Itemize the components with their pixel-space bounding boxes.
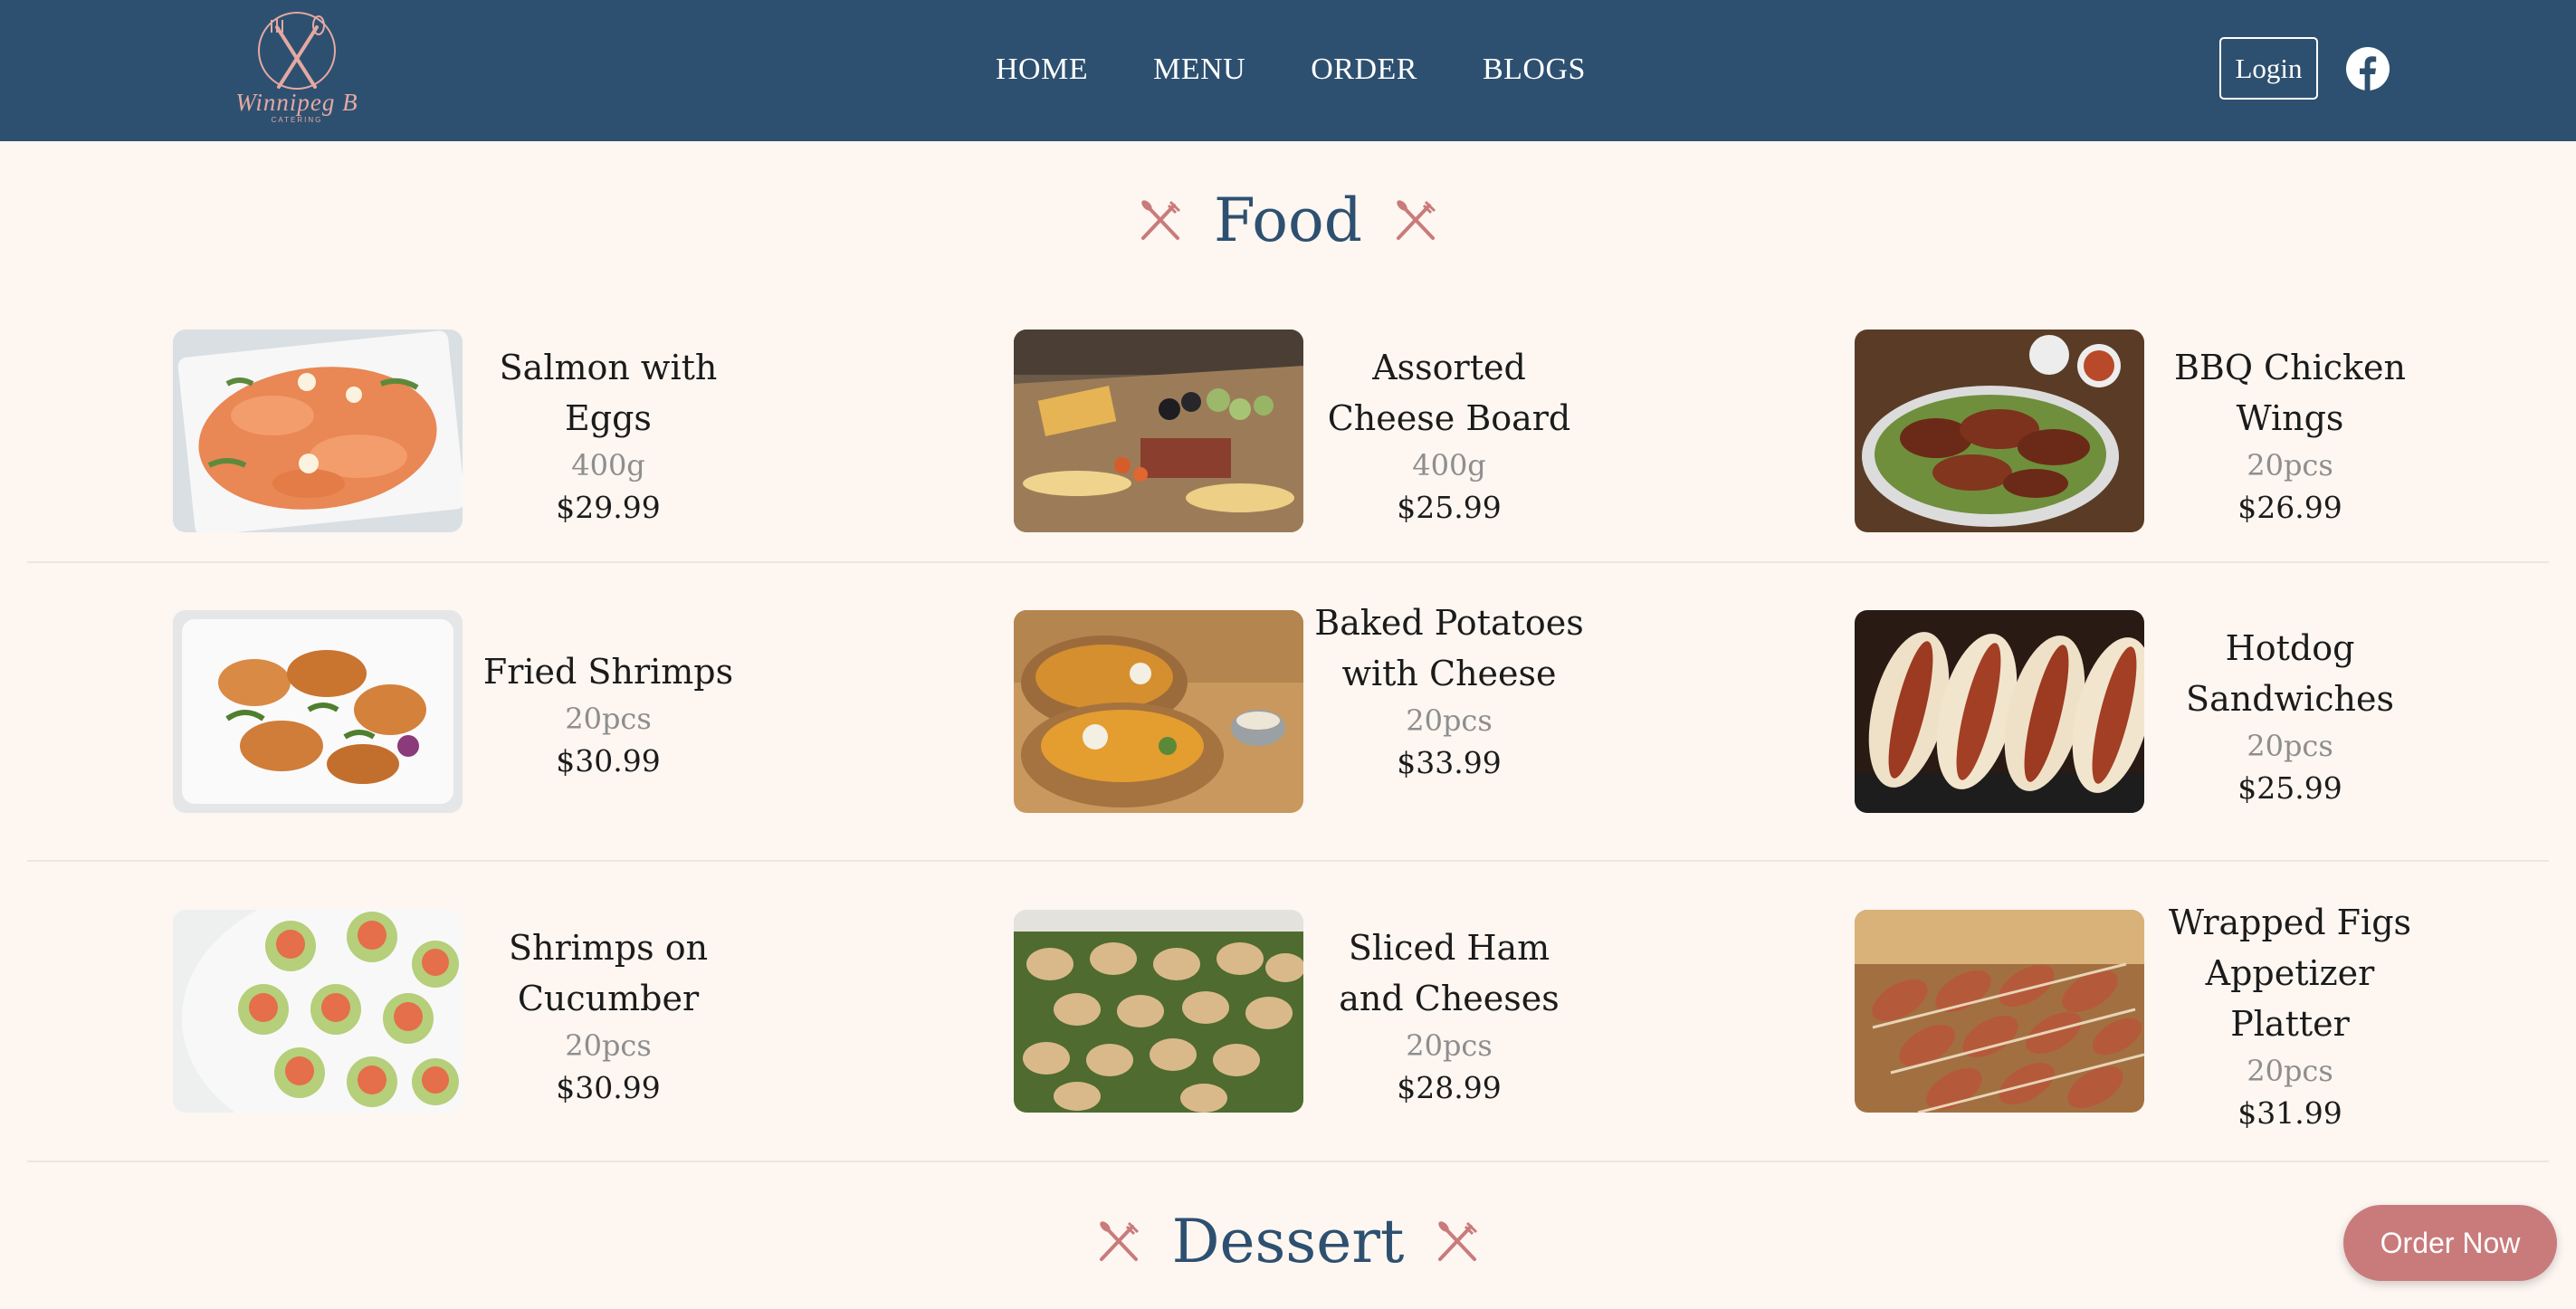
logo-subtext: CATERING [271, 116, 323, 124]
main-nav: HOME MENU ORDER BLOGS [996, 47, 1586, 92]
item-price: $31.99 [2237, 1095, 2342, 1131]
item-info: Sliced Ham and Cheeses 20pcs $28.99 [1312, 922, 1586, 1109]
item-quantity: 20pcs [2247, 448, 2333, 483]
item-name: Wrapped Figs Appetizer Platter [2168, 903, 2412, 1044]
item-price: $33.99 [1397, 745, 1502, 780]
cutlery-icon [1396, 200, 1436, 240]
logo-cutlery-icon [258, 12, 336, 90]
item-info: Assorted Cheese Board 400g $25.99 [1312, 342, 1586, 529]
item-quantity: 20pcs [565, 702, 652, 736]
item-price: $29.99 [556, 490, 661, 525]
login-button[interactable]: Login [2219, 37, 2318, 100]
item-quantity: 400g [1412, 448, 1486, 483]
row-divider [27, 561, 2549, 563]
item-price: $28.99 [1397, 1070, 1502, 1105]
cheese-board-photo[interactable] [1014, 330, 1303, 532]
cutlery-icon [1438, 1221, 1478, 1261]
item-price: $30.99 [556, 1070, 661, 1105]
item-quantity: 20pcs [1406, 703, 1493, 738]
section-title-dessert: Dessert [1171, 1207, 1405, 1276]
item-info: Shrimps on Cucumber 20pcs $30.99 [472, 922, 745, 1109]
nav-blogs[interactable]: BLOGS [1483, 47, 1586, 92]
item-info: BBQ Chicken Wings 20pcs $26.99 [2153, 342, 2427, 529]
salmon-photo[interactable] [173, 330, 463, 532]
item-name: Fried Shrimps [482, 652, 734, 692]
dessert-heading: Dessert [0, 1206, 2576, 1278]
item-name: Sliced Ham and Cheeses [1339, 928, 1560, 1018]
item-quantity: 20pcs [565, 1028, 652, 1063]
cutlery-icon [1141, 200, 1181, 240]
item-price: $30.99 [556, 743, 661, 779]
item-info: Fried Shrimps 20pcs $30.99 [472, 646, 745, 782]
nav-home[interactable]: HOME [996, 47, 1088, 92]
item-price: $25.99 [1397, 490, 1502, 525]
item-quantity: 20pcs [1406, 1028, 1493, 1063]
cutlery-icon [1099, 1221, 1139, 1261]
item-info: Salmon with Eggs 400g $29.99 [472, 342, 745, 529]
nav-menu[interactable]: MENU [1153, 47, 1245, 92]
section-title-food: Food [1214, 186, 1362, 255]
item-name: Shrimps on Cucumber [508, 928, 709, 1018]
item-name: Baked Potatoes with Cheese [1314, 603, 1584, 693]
row-divider [27, 1161, 2549, 1162]
wrapped-figs-photo[interactable] [1855, 910, 2144, 1113]
row-divider [27, 860, 2549, 862]
item-info: Hotdog Sandwiches 20pcs $25.99 [2153, 623, 2427, 809]
item-name: Salmon with Eggs [499, 348, 718, 438]
site-header: Winnipeg B CATERING HOME MENU ORDER BLOG… [0, 0, 2576, 141]
item-price: $25.99 [2237, 770, 2342, 806]
ham-cheese-photo[interactable] [1014, 910, 1303, 1113]
nav-order[interactable]: ORDER [1311, 47, 1417, 92]
order-now-button[interactable]: Order Now [2343, 1205, 2557, 1281]
shrimps-cucumber-photo[interactable] [173, 910, 463, 1113]
item-name: Hotdog Sandwiches [2186, 628, 2394, 719]
fried-shrimps-photo[interactable] [173, 610, 463, 813]
food-heading: Food [0, 185, 2576, 257]
facebook-icon[interactable] [2346, 47, 2390, 91]
item-quantity: 20pcs [2247, 729, 2333, 763]
item-name: Assorted Cheese Board [1327, 348, 1571, 438]
baked-potatoes-photo[interactable] [1014, 610, 1303, 813]
item-info: Baked Potatoes with Cheese 20pcs $33.99 [1312, 597, 1586, 784]
logo-text: Winnipeg B [235, 89, 358, 116]
item-quantity: 400g [571, 448, 645, 483]
item-quantity: 20pcs [2247, 1054, 2333, 1088]
item-info: Wrapped Figs Appetizer Platter 20pcs $31… [2153, 897, 2427, 1134]
hotdog-photo[interactable] [1855, 610, 2144, 813]
chicken-wings-photo[interactable] [1855, 330, 2144, 532]
site-logo[interactable]: Winnipeg B CATERING [215, 9, 378, 132]
item-name: BBQ Chicken Wings [2173, 348, 2407, 438]
item-price: $26.99 [2237, 490, 2342, 525]
